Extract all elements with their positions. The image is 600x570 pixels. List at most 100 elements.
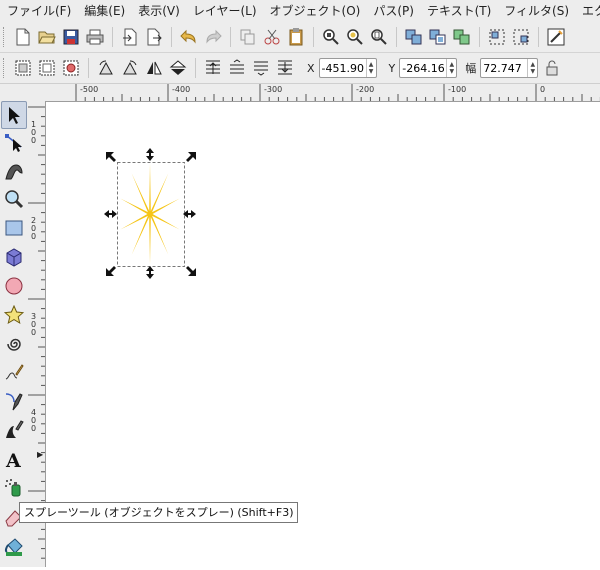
3dbox-tool[interactable]: [1, 243, 27, 271]
zoom-selection-icon[interactable]: [319, 25, 343, 49]
separator: [171, 27, 172, 47]
text-icon: A: [5, 450, 21, 469]
lower-to-bottom-icon[interactable]: [273, 56, 297, 80]
menu-path[interactable]: パス(P): [366, 0, 420, 22]
raise-icon[interactable]: [225, 56, 249, 80]
tweak-icon: [5, 164, 23, 180]
duplicate-icon[interactable]: [402, 25, 426, 49]
zoom-drawing-icon[interactable]: [343, 25, 367, 49]
vertical-ruler[interactable]: 1002003004005: [28, 101, 46, 569]
handle-top-right: [186, 152, 196, 162]
vruler-label: 0: [31, 328, 36, 337]
cut-icon[interactable]: [260, 25, 284, 49]
separator: [195, 58, 196, 78]
pen-tool[interactable]: [1, 387, 27, 415]
handle-left: [104, 210, 117, 218]
toolbox: A ▶: [0, 101, 43, 567]
tweak-tool[interactable]: [1, 157, 27, 185]
hruler-label: -300: [264, 85, 282, 94]
zoom-page-icon[interactable]: [367, 25, 391, 49]
spray-tool[interactable]: [1, 474, 27, 502]
group-icon[interactable]: [485, 25, 509, 49]
select-all-icon[interactable]: [11, 56, 35, 80]
bucket-tool[interactable]: [1, 533, 27, 561]
unlink-clone-icon[interactable]: [450, 25, 474, 49]
x-spin-arrows[interactable]: ▲ ▼: [365, 59, 376, 77]
rect-icon: [5, 220, 23, 236]
menu-text[interactable]: テキスト(T): [420, 0, 497, 22]
rect-tool[interactable]: [1, 214, 27, 242]
ruler-corner: [0, 84, 47, 102]
calligraphy-tool[interactable]: [1, 416, 27, 444]
y-input[interactable]: [400, 61, 447, 75]
text-tool[interactable]: A: [1, 445, 27, 473]
horizontal-ruler[interactable]: -500 -400 -300 -200 -100 0: [47, 84, 600, 102]
ellipse-tool[interactable]: [1, 272, 27, 300]
selector-controls-bar: X ▲▼ Y ▲▼ 幅 ▲▼: [0, 53, 600, 84]
menu-edit[interactable]: 編集(E): [77, 0, 131, 22]
star-shape[interactable]: [120, 163, 180, 265]
y-spin-arrows[interactable]: ▲ ▼: [446, 59, 456, 77]
rotate-ccw-icon[interactable]: [94, 56, 118, 80]
spray-icon: [5, 479, 21, 497]
toolbox-expander-icon[interactable]: ▶: [37, 450, 43, 459]
toolbar-grip: [3, 58, 7, 78]
raise-to-top-icon[interactable]: [201, 56, 225, 80]
x-input[interactable]: [319, 61, 366, 75]
menu-bar: ファイル(F) 編集(E) 表示(V) レイヤー(L) オブジェクト(O) パス…: [0, 0, 600, 22]
print-icon[interactable]: [83, 25, 107, 49]
canvas-drawing: [104, 148, 196, 279]
fill-stroke-icon[interactable]: [544, 25, 568, 49]
paste-icon[interactable]: [284, 25, 308, 49]
zoom-tool[interactable]: [1, 185, 27, 213]
y-spinbox[interactable]: ▲▼: [399, 58, 458, 78]
export-icon[interactable]: [142, 25, 166, 49]
vruler-label: 0: [31, 424, 36, 433]
star-object[interactable]: [120, 163, 180, 265]
handle-top-left: [106, 152, 116, 162]
separator: [112, 27, 113, 47]
menu-filters[interactable]: フィルタ(S): [497, 0, 575, 22]
drawing-canvas[interactable]: [46, 102, 600, 567]
save-icon[interactable]: [59, 25, 83, 49]
separator: [313, 27, 314, 47]
x-spinbox[interactable]: ▲▼: [318, 58, 377, 78]
copy-icon[interactable]: [236, 25, 260, 49]
tooltip: スプレーツール (オブジェクトをスプレー) (Shift+F3): [19, 502, 299, 523]
star-tool[interactable]: [1, 301, 27, 329]
w-spin-arrows[interactable]: ▲ ▼: [527, 59, 537, 77]
command-bar: [0, 22, 600, 53]
lock-icon[interactable]: [540, 56, 564, 80]
menu-layer[interactable]: レイヤー(L): [186, 0, 263, 22]
toolbar-grip: [3, 27, 7, 47]
selector-tool[interactable]: [1, 101, 27, 129]
node-tool[interactable]: [1, 128, 27, 156]
undo-icon[interactable]: [177, 25, 201, 49]
spiral-tool[interactable]: [1, 330, 27, 358]
w-input[interactable]: [481, 61, 528, 75]
deselect-icon[interactable]: [59, 56, 83, 80]
pencil-tool[interactable]: [1, 358, 27, 386]
import-icon[interactable]: [118, 25, 142, 49]
node-icon: [5, 134, 22, 152]
horizontal-ruler-ticks: -500 -400 -300 -200 -100 0: [75, 84, 600, 101]
flip-vertical-icon[interactable]: [166, 56, 190, 80]
select-all-layers-icon[interactable]: [35, 56, 59, 80]
flip-horizontal-icon[interactable]: [142, 56, 166, 80]
open-icon[interactable]: [35, 25, 59, 49]
menu-file[interactable]: ファイル(F): [0, 0, 77, 22]
new-document-icon[interactable]: [11, 25, 35, 49]
rotate-cw-icon[interactable]: [118, 56, 142, 80]
handle-top: [146, 148, 154, 161]
hruler-label: -200: [356, 85, 374, 94]
w-spinbox[interactable]: ▲▼: [480, 58, 539, 78]
ungroup-icon[interactable]: [509, 25, 533, 49]
menu-object[interactable]: オブジェクト(O): [263, 0, 367, 22]
lower-icon[interactable]: [249, 56, 273, 80]
vruler-label: 0: [31, 232, 36, 241]
clone-icon[interactable]: [426, 25, 450, 49]
menu-extensions[interactable]: エク: [575, 0, 600, 22]
redo-icon[interactable]: [201, 25, 225, 49]
menu-view[interactable]: 表示(V): [131, 0, 186, 22]
vertical-ruler-ticks: 1002003004005: [28, 106, 45, 569]
